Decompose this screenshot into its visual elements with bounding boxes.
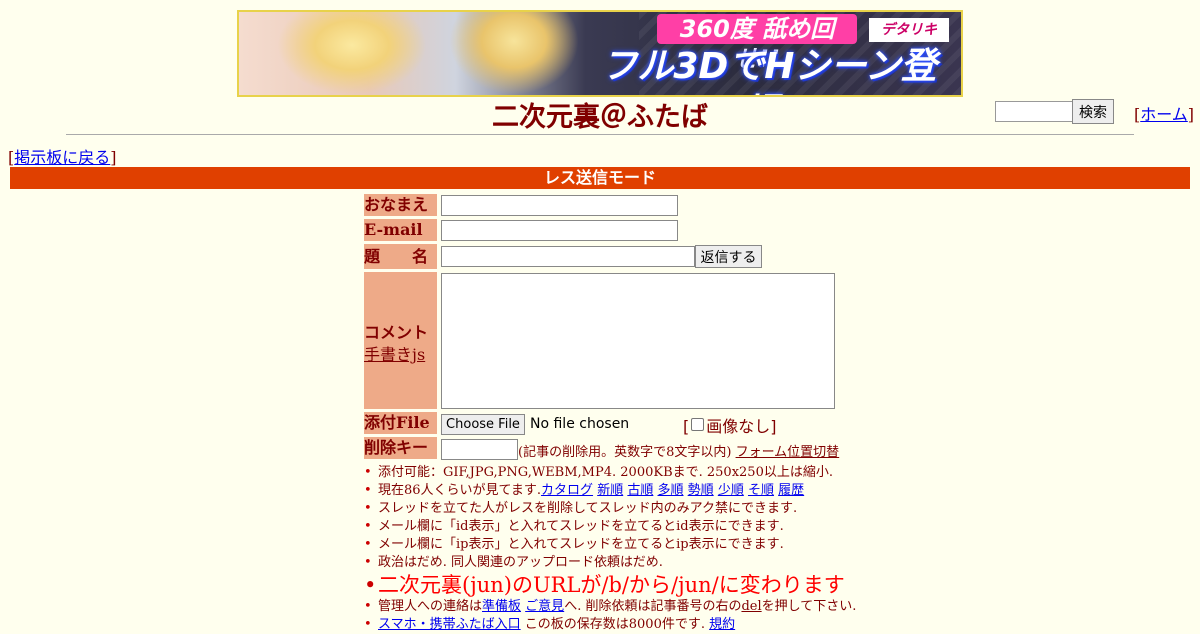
banner-headline-main: フル3DでHシーン登場! [601,46,937,95]
subject-label: 題 名 [364,244,437,269]
list-item: 現在86人くらいが見てます.カタログ 新順 古順 多順 勢順 少順 そ順 履歴 [364,482,938,500]
subject-input[interactable] [441,246,695,267]
delete-key-note-wrapper: (記事の削除用。英数字で8文字以内) フォーム位置切替 [518,441,839,460]
back-to-board-link[interactable]: 掲示板に戻る [14,148,110,167]
form-position-toggle-link[interactable]: フォーム位置切替 [736,445,840,460]
admin-contact-prefix: 管理人への連絡は [378,599,483,614]
banner-headline-top: 360度 舐め回せ!! [657,14,857,73]
delete-key-note: (記事の削除用。英数字で8文字以内) [518,445,732,460]
feedback-link[interactable]: ご意見 [525,599,564,614]
no-file-chosen-text: No file chosen [530,416,630,432]
file-label: 添付File [364,412,437,434]
list-item: スレッドを立てた人がレスを削除してスレッド内のみアク禁にできます. [364,500,938,518]
sort-momentum-link[interactable]: 勢順 [688,483,714,498]
name-label: おなまえ [364,194,437,216]
admin-contact-suffix: を押して下さい. [761,599,857,614]
home-link-wrapper: [ホーム] [1134,105,1195,124]
sort-most-link[interactable]: 多順 [658,483,684,498]
list-item: メール欄に「id表示」と入れてスレッドを立てるとid表示にできます. [364,518,938,536]
banner-logo: デタリキ [869,18,949,42]
comment-label: コメント [364,323,429,342]
no-image-label: 画像なし [706,417,771,436]
header-divider [66,134,1134,135]
del-link[interactable]: del [741,599,761,614]
reply-mode-bar: レス送信モード [10,167,1190,189]
sort-fewest-link[interactable]: 少順 [718,483,744,498]
comment-label-cell: コメント 手書きjs [364,272,437,409]
email-input[interactable] [441,220,678,241]
back-link-wrapper: [掲示板に戻る] [8,148,117,167]
no-image-checkbox[interactable] [691,418,705,431]
no-image-option: [画像なし] [683,417,777,436]
admin-contact-middle: へ. 削除依頼は記事番号の右の [564,599,742,614]
handwriting-js-link[interactable]: 手書きjs [364,341,425,365]
sort-newest-link[interactable]: 新順 [597,483,623,498]
list-item: スマホ・携帯ふたば入口 この板の保存数は8000件です. 規約 [364,616,938,634]
url-change-notice: 二次元裏(jun)のURLが/b/から/jun/に変わります [364,572,938,598]
advertisement-banner[interactable]: 360度 舐め回せ!! デタリキ フル3DでHシーン登場! [237,10,963,97]
viewer-count-text: 現在86人くらいが見てます. [378,483,542,498]
sort-so-link[interactable]: そ順 [748,483,774,498]
sort-oldest-link[interactable]: 古順 [627,483,653,498]
choose-file-button[interactable]: Choose File [441,414,525,435]
banner-character-image-right [449,12,579,95]
delete-key-label: 削除キー [364,437,437,459]
delete-key-input[interactable] [441,439,518,460]
search-input[interactable] [995,101,1073,122]
comment-textarea[interactable] [441,273,835,409]
email-label: E-mail [364,219,437,241]
name-input[interactable] [441,195,678,216]
preparation-board-link[interactable]: 準備板 [482,599,521,614]
catalog-link[interactable]: カタログ [541,483,593,498]
home-link[interactable]: ホーム [1140,105,1188,124]
list-item: 政治はだめ. 同人関連のアップロード依頼はだめ. [364,554,938,572]
history-link[interactable]: 履歴 [778,483,804,498]
reply-submit-button[interactable]: 返信する [695,245,762,268]
list-item: 管理人への連絡は準備板 ご意見へ. 削除依頼は記事番号の右のdelを押して下さい… [364,598,938,616]
search-button[interactable]: 検索 [1072,99,1114,124]
list-item: メール欄に「ip表示」と入れてスレッドを立てるとip表示にできます. [364,536,938,554]
banner-character-image-left [277,12,427,95]
list-item: 添付可能：GIF,JPG,PNG,WEBM,MP4. 2000KBまで. 250… [364,464,938,482]
posting-notes-list: 添付可能：GIF,JPG,PNG,WEBM,MP4. 2000KBまで. 250… [364,464,938,634]
